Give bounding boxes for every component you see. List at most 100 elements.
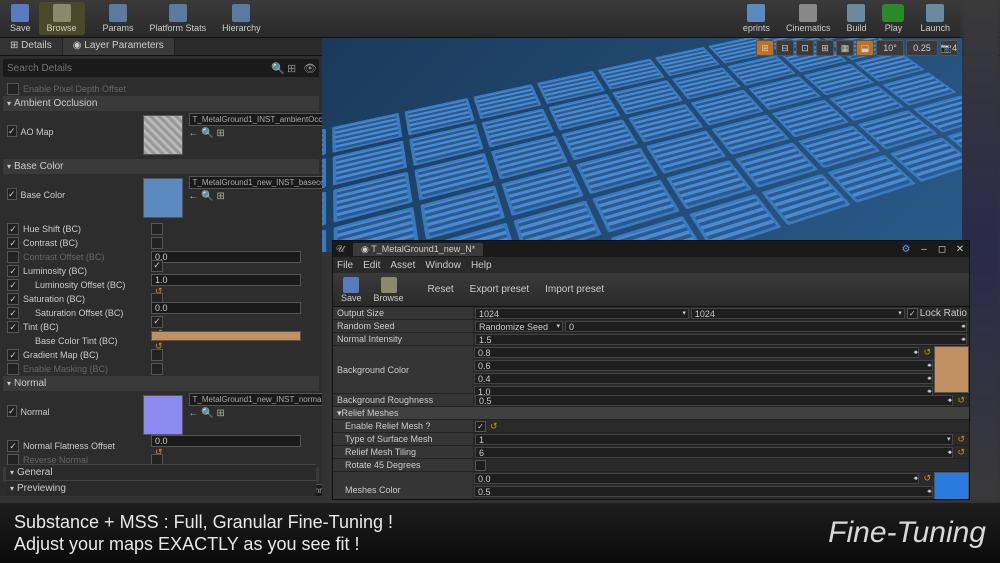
menu-asset[interactable]: Asset [390,260,415,271]
saturation-offset-spinner[interactable]: 0.0 [151,302,301,314]
reset-button[interactable]: Reset [420,280,462,299]
viewport-mode-icon[interactable]: ⊞ [756,40,774,56]
randomize-seed-button[interactable]: Randomize Seed [475,321,563,332]
luminosity-checkbox[interactable] [7,265,19,277]
w2-browse-button[interactable]: Browse [368,275,410,305]
launch-button[interactable]: Launch [912,2,958,35]
viewport-snap-icon[interactable]: ⊡ [796,40,814,56]
tiling-slider[interactable]: 6 [475,447,953,458]
close-button[interactable]: ✕ [951,242,969,256]
background-roughness-slider[interactable]: 0.5 [475,395,953,406]
ao-texture-dropdown[interactable]: T_MetalGround1_INST_ambientOcclus [189,113,322,126]
luminosity-value-checkbox[interactable] [151,260,163,272]
bc-texture-dropdown[interactable]: T_MetalGround1_new_INST_basecolor [189,176,322,189]
mc-g-slider[interactable]: 0.5 [474,486,933,497]
hue-shift-checkbox[interactable] [7,223,19,235]
section-previewing[interactable]: Previewing [6,480,316,496]
ao-texture-controls[interactable]: ← 🔍 ⊞ [189,126,322,139]
reset-icon[interactable]: ↺ [921,347,933,358]
save-button[interactable]: Save [2,2,39,35]
rotate45-checkbox[interactable] [475,460,486,471]
import-preset-button[interactable]: Import preset [537,280,612,299]
tab-details[interactable]: ⊞ Details [0,38,63,55]
bc-checkbox[interactable] [7,188,17,200]
3d-viewport[interactable]: document.write(Array(60).fill('<div clas… [322,38,962,252]
contrast-value-checkbox[interactable] [151,237,163,249]
bg-r-slider[interactable]: 0.8 [474,347,919,358]
search-icon[interactable]: 🔍 [271,62,283,74]
menu-window[interactable]: Window [425,260,461,271]
bg-g-slider[interactable]: 0.6 [474,360,933,371]
surface-type-dropdown[interactable]: 1 [475,434,953,445]
params-button[interactable]: Params [95,2,142,35]
section-base-color[interactable]: Base Color [3,159,319,174]
platform-stats-button[interactable]: Platform Stats [142,2,215,35]
meshes-color-swatch[interactable] [934,472,969,499]
mc-r-slider[interactable]: 0.0 [474,473,919,484]
normal-checkbox[interactable] [7,405,17,417]
normal-flatness-spinner[interactable]: 0.0 [151,435,301,447]
settings-icon[interactable]: ⚙ [897,242,915,256]
tab-layer-parameters[interactable]: ◉ Layer Parameters [63,38,175,55]
normal-intensity-slider[interactable]: 1.5 [475,334,967,345]
filter-icon[interactable]: ⊞ [287,62,299,74]
window-titlebar[interactable]: 𝓤 ◉ T_MetalGround1_new_N* ⚙ – ◻ ✕ [333,241,969,257]
gradient-map-checkbox[interactable] [7,349,19,361]
play-button[interactable]: Play [874,2,912,35]
normal-flatness-checkbox[interactable] [7,440,19,452]
gradient-map-value-checkbox[interactable] [151,349,163,361]
section-relief-meshes[interactable]: ▾ Relief Meshes [333,407,969,419]
blueprints-button[interactable]: eprints [735,2,778,35]
reset-icon[interactable]: ↺ [955,434,967,445]
minimize-button[interactable]: – [915,242,933,256]
pixel-depth-checkbox[interactable] [7,83,19,95]
ao-thumbnail[interactable] [143,115,183,155]
viewport-icon[interactable]: ▦ [836,40,854,56]
normal-texture-controls[interactable]: ← 🔍 ⊞ [189,406,322,419]
reset-icon[interactable]: ↺ [488,421,500,432]
contrast-checkbox[interactable] [7,237,19,249]
hierarchy-button[interactable]: Hierarchy [214,2,269,35]
maximize-button[interactable]: ◻ [933,242,951,256]
menu-file[interactable]: File [337,260,353,271]
viewport-grid-icon[interactable]: ⊟ [776,40,794,56]
ao-map-checkbox[interactable] [7,125,17,137]
bc-thumbnail[interactable] [143,178,183,218]
reset-icon[interactable]: ↺ [921,473,933,484]
cinematics-button[interactable]: Cinematics [778,2,839,35]
luminosity-offset-spinner[interactable]: 1.0 [151,274,301,286]
tint-color-swatch[interactable] [151,331,301,341]
enable-relief-checkbox[interactable] [475,421,486,432]
reset-icon[interactable]: ↺ [955,447,967,458]
browse-button[interactable]: Browse [39,2,85,35]
menu-help[interactable]: Help [471,260,492,271]
menu-edit[interactable]: Edit [363,260,380,271]
contrast-offset-checkbox[interactable] [7,251,19,263]
section-normal[interactable]: Normal [3,376,319,391]
w2-save-button[interactable]: Save [335,275,368,305]
output-width-dropdown[interactable]: 1024 [475,308,689,319]
normal-thumbnail[interactable] [143,395,183,435]
viewport-icon[interactable]: ⬓ [856,40,874,56]
bg-color-swatch[interactable] [934,346,969,393]
reset-icon[interactable]: ↺ [955,395,967,406]
export-preset-button[interactable]: Export preset [462,280,537,299]
hue-shift-value-checkbox[interactable] [151,223,163,235]
window-title-tab[interactable]: ◉ T_MetalGround1_new_N* [353,243,483,256]
saturation-offset-checkbox[interactable] [7,307,19,319]
enable-masking-checkbox[interactable] [7,363,19,375]
viewport-camera[interactable]: 📷4 [940,40,958,56]
tint-checkbox[interactable] [7,321,19,333]
tint-value-checkbox[interactable] [151,316,163,328]
section-general[interactable]: General [6,464,316,480]
bg-b-slider[interactable]: 0.4 [474,373,933,384]
eye-icon[interactable]: 👁 [303,62,315,74]
viewport-speed[interactable]: 0.25 [906,40,938,56]
enable-masking-value-checkbox[interactable] [151,363,163,375]
luminosity-offset-checkbox[interactable] [7,279,19,291]
build-button[interactable]: Build [838,2,874,35]
bc-texture-controls[interactable]: ← 🔍 ⊞ [189,189,322,202]
random-seed-field[interactable]: 0 [565,321,967,332]
normal-texture-dropdown[interactable]: T_MetalGround1_new_INST_normal [189,393,322,406]
saturation-checkbox[interactable] [7,293,19,305]
